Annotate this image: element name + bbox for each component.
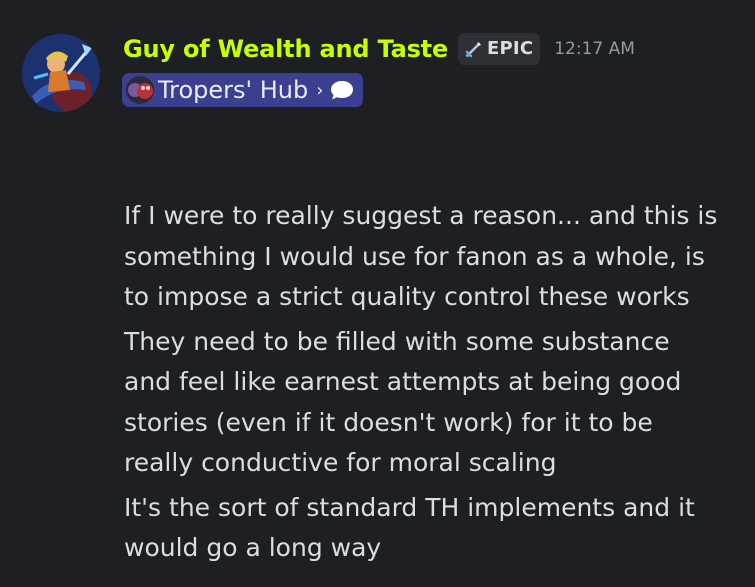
message-line: something I would use for fanon as a who…: [124, 241, 705, 271]
message-paragraph: It's the sort of standard TH implements …: [124, 488, 744, 569]
message-content: If I were to really suggest a reason... …: [124, 196, 744, 573]
chat-bubble-icon: [331, 81, 354, 100]
message-paragraph: They need to be filled with some substan…: [124, 322, 744, 484]
message-line: and feel like earnest attempts at being …: [124, 367, 682, 396]
timestamp[interactable]: 12:17 AM: [554, 39, 635, 59]
avatar-image: [22, 34, 100, 112]
guild-tag[interactable]: EPIC: [458, 33, 541, 65]
message-line: to impose a strict quality control these…: [124, 282, 690, 311]
username[interactable]: Guy of Wealth and Taste: [123, 35, 448, 63]
message-line: It's the sort of standard TH implements …: [124, 492, 695, 522]
message-line: would go a long way: [124, 533, 382, 562]
message-header: Guy of Wealth and Taste EPIC 12:17 AM: [123, 30, 635, 68]
user-avatar[interactable]: [22, 34, 100, 112]
message-line: They need to be filled with some substan…: [124, 326, 670, 356]
chevron-right-icon: ›: [316, 79, 324, 101]
guild-tag-label: EPIC: [487, 38, 534, 59]
chat-message: Guy of Wealth and Taste EPIC 12:17 AM Tr…: [0, 0, 755, 587]
message-line: If I were to really suggest a reason... …: [124, 201, 718, 230]
message-line: really conductive for moral scaling: [124, 448, 557, 477]
server-chip-label: Tropers' Hub: [158, 76, 309, 104]
sword-icon: [465, 41, 482, 57]
server-chip[interactable]: Tropers' Hub ›: [122, 73, 364, 107]
server-icon: [126, 76, 154, 104]
message-line: stories (even if it doesn't work) for it…: [124, 407, 653, 437]
message-paragraph: If I were to really suggest a reason... …: [124, 196, 744, 318]
